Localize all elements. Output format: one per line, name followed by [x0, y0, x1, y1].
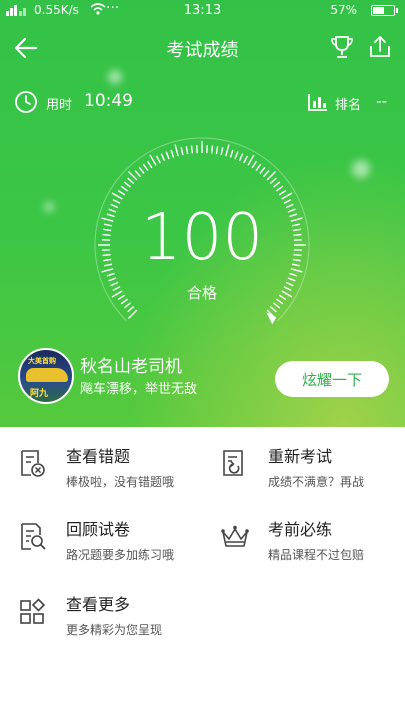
menu-item-subtitle: 棒极啦，没有错题哦: [66, 475, 175, 489]
gauge-tick: [247, 154, 255, 166]
exam-score: 100: [140, 201, 264, 275]
rank-value: --: [376, 92, 387, 110]
avatar-text-bottom: 阿九: [30, 389, 49, 399]
menu-item-title: 查看错题: [66, 447, 131, 466]
status-bar: 0.55K/s ··· 13:13 57%: [0, 0, 405, 22]
rank-chart-icon: [307, 92, 329, 112]
gauge-tick: [269, 306, 277, 313]
gauge-tick: [287, 277, 296, 282]
gauge-tick: [273, 302, 281, 309]
menu-item-pre-exam-practice[interactable]: 考前必练 精品课程不过包赔: [220, 516, 405, 572]
light-spot: [44, 202, 54, 212]
gauge-tick: [243, 155, 249, 164]
gauge-tick: [190, 145, 194, 154]
gauge-tick: [215, 146, 219, 155]
battery-percent: 57%: [330, 3, 357, 17]
menu-item-title: 考前必练: [268, 520, 333, 539]
gauge-tick: [259, 166, 266, 174]
gauge-tick: [155, 155, 161, 164]
clock-icon: [14, 90, 38, 114]
nav-bar: 考试成绩: [0, 22, 405, 74]
menu-item-retake-exam[interactable]: 重新考试 成绩不满意？再战: [220, 443, 405, 499]
grid-more-icon: [18, 597, 48, 627]
gauge-tick: [120, 185, 128, 192]
user-card: 大美首购 阿九 秋名山老司机 飚车漂移，举世无敌 炫耀一下: [18, 348, 398, 408]
gauge-tick: [229, 149, 234, 158]
gauge-tick: [273, 181, 281, 188]
gauge-tick: [276, 185, 284, 192]
gauge-tick: [127, 170, 138, 181]
menu-item-subtitle: 成绩不满意？再战: [268, 475, 365, 489]
menu-item-subtitle: 精品课程不过包赔: [268, 548, 365, 562]
retake-exam-icon: [220, 449, 250, 479]
gauge-tick: [269, 177, 277, 184]
gauge-tick: [123, 181, 131, 188]
gauge-tick: [174, 144, 179, 157]
menu-item-view-more[interactable]: 查看更多 更多精彩为您呈现: [18, 591, 208, 647]
gauge-tick: [180, 147, 184, 156]
menu-item-wrong-questions[interactable]: 查看错题 棒极啦，没有错题哦: [18, 443, 208, 499]
gauge-tick: [225, 144, 230, 157]
gauge-tick: [108, 277, 117, 282]
menu-item-title: 回顾试卷: [66, 520, 131, 539]
exam-meta-row: 用时 10:49 排名 --: [0, 88, 405, 116]
gauge-tick: [117, 189, 126, 196]
trophy-icon[interactable]: [329, 34, 355, 60]
battery-icon: [371, 5, 398, 16]
time-used-value: 10:49: [84, 91, 133, 111]
gauge-tick: [138, 166, 145, 174]
avatar-text-top: 大美首购: [28, 357, 56, 365]
menu-item-title: 重新考试: [268, 447, 333, 466]
gauge-tick: [255, 163, 262, 171]
gauge-tick: [160, 153, 166, 162]
avatar[interactable]: 大美首购 阿九: [18, 348, 74, 404]
share-icon[interactable]: [367, 34, 393, 60]
gauge-tick: [263, 170, 270, 178]
gauge-tick: [165, 151, 170, 160]
user-name: 秋名山老司机: [80, 357, 182, 377]
menu-item-subtitle: 更多精彩为您呈现: [66, 623, 163, 637]
gauge-tick: [170, 149, 175, 158]
show-off-button[interactable]: 炫耀一下: [275, 361, 389, 397]
action-menu: 查看错题 棒极啦，没有错题哦 重新考试 成绩不满意？再战 回顾试卷 路况题要多加…: [0, 427, 405, 720]
menu-item-subtitle: 路况题要多加练习哦: [66, 548, 175, 562]
user-motto: 飚车漂移，举世无敌: [80, 382, 198, 397]
gauge-tick: [146, 160, 153, 169]
rank-label: 排名: [334, 98, 361, 113]
gauge-tick: [266, 170, 277, 181]
gauge-tick: [142, 163, 149, 171]
gauge-tick: [127, 177, 135, 184]
gauge-tick: [127, 306, 135, 313]
gauge-tick: [134, 170, 141, 178]
review-paper-icon: [18, 522, 48, 552]
light-spot: [352, 160, 370, 178]
score-header: 0.55K/s ··· 13:13 57% 考试成绩 用时 10:49 排名 -…: [0, 0, 405, 427]
gauge-tick: [278, 189, 287, 196]
gauge-tick: [127, 309, 138, 320]
menu-item-title: 查看更多: [66, 595, 131, 614]
gauge-tick: [185, 146, 189, 155]
menu-item-review-paper[interactable]: 回顾试卷 路况题要多加练习哦: [18, 516, 208, 572]
car-image: [26, 368, 68, 382]
wrong-questions-icon: [18, 449, 48, 479]
grade-label: 合格: [186, 284, 217, 302]
gauge-tick: [238, 153, 244, 162]
gauge-tick: [149, 154, 157, 166]
gauge-tick: [210, 145, 214, 154]
time-used-label: 用时: [46, 98, 73, 113]
gauge-tick: [234, 151, 239, 160]
gauge-tick: [251, 160, 258, 169]
gauge-tick: [220, 147, 224, 156]
gauge-tick: [123, 302, 131, 309]
crown-icon: [220, 522, 250, 552]
